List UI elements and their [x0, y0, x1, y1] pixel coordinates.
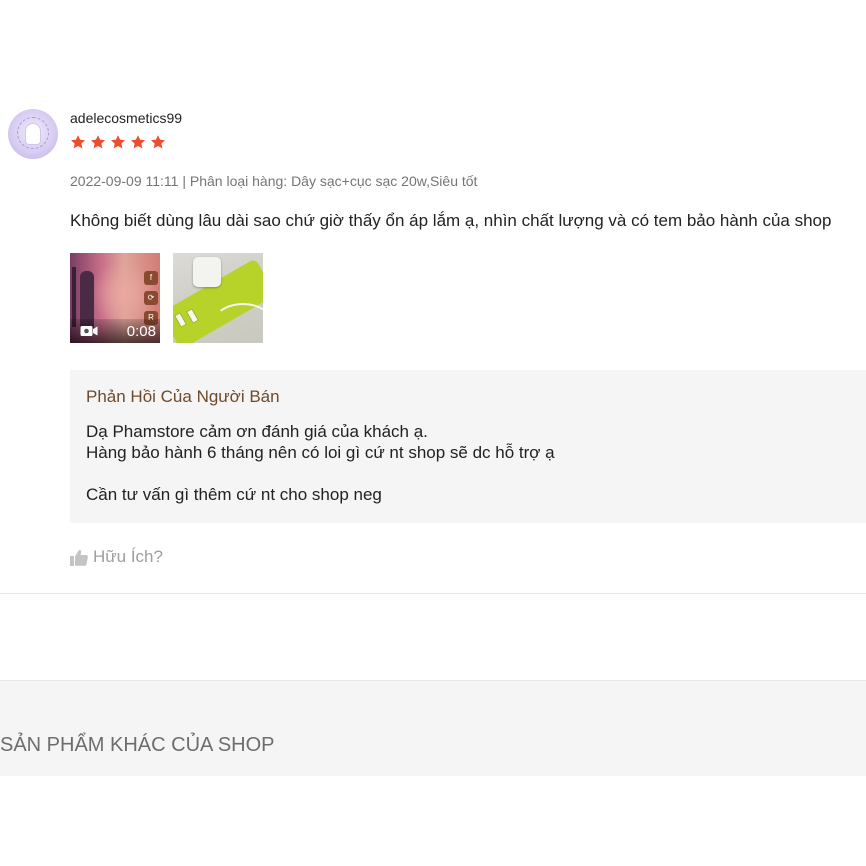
video-duration: 0:08: [126, 322, 156, 340]
thumbs-up-icon: [70, 549, 88, 566]
video-frame-object: [72, 267, 76, 327]
star-icon: [150, 134, 166, 150]
star-icon: [130, 134, 146, 150]
review-photo-thumbnail[interactable]: [173, 253, 263, 343]
avatar-figure: [25, 123, 41, 145]
video-overlay: 0:08: [70, 319, 160, 343]
reviewer-username[interactable]: adelecosmetics99: [70, 110, 182, 126]
rating-stars: [70, 134, 166, 150]
helpful-button[interactable]: Hữu Ích?: [70, 547, 163, 567]
seller-reply-line: [86, 463, 850, 484]
review-meta: 2022-09-09 11:11 | Phân loại hàng: Dây s…: [70, 173, 478, 189]
seller-reply-line: Hàng bảo hành 6 tháng nên có loi gì cứ n…: [86, 443, 555, 462]
photo-cable: [213, 303, 263, 343]
helpful-label: Hữu Ích?: [93, 547, 163, 566]
other-products-section: SẢN PHẨM KHÁC CỦA SHOP: [0, 680, 866, 776]
seller-reply: Phản Hồi Của Người Bán Dạ Phamstore cảm …: [70, 370, 866, 523]
video-side-icon: f: [144, 271, 158, 285]
section-divider: [0, 593, 866, 594]
review-video-thumbnail[interactable]: f ⟳ R 0:08: [70, 253, 160, 343]
star-icon: [70, 134, 86, 150]
avatar[interactable]: [8, 109, 58, 159]
star-icon: [110, 134, 126, 150]
seller-reply-line: Dạ Phamstore cảm ơn đánh giá của khách ạ…: [86, 422, 428, 441]
page: adelecosmetics99 2022-09-09 11:11 | Phân…: [0, 0, 866, 866]
star-icon: [90, 134, 106, 150]
review-comment: Không biết dùng lâu dài sao chứ giờ thấy…: [70, 211, 832, 230]
photo-charger-plug: [193, 257, 221, 287]
seller-reply-title: Phản Hồi Của Người Bán: [86, 387, 280, 406]
video-camera-icon: [80, 325, 98, 337]
other-products-title: SẢN PHẨM KHÁC CỦA SHOP: [0, 734, 275, 756]
seller-reply-line: Cần tư vấn gì thêm cứ nt cho shop neg: [86, 485, 382, 504]
video-side-icon: ⟳: [144, 291, 158, 305]
review-media: f ⟳ R 0:08: [70, 253, 263, 343]
